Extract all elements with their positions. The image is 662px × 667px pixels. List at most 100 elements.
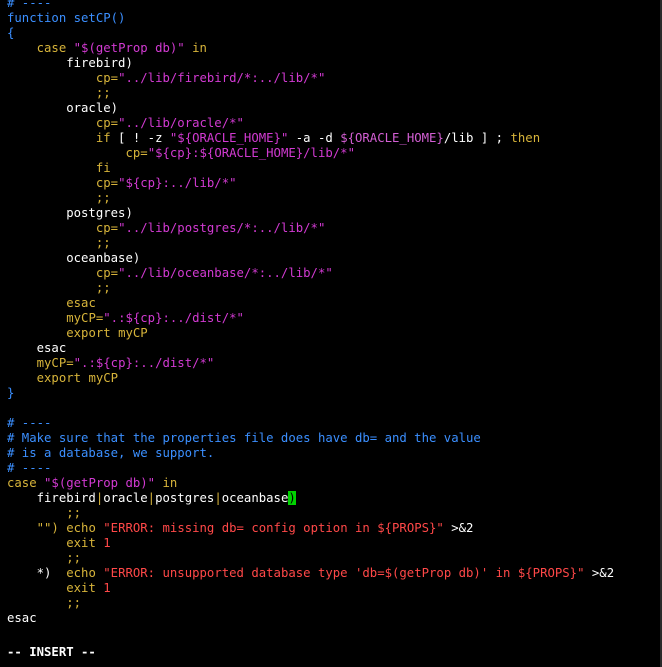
code-line[interactable]: cp="../lib/postgres/*:../lib/*" bbox=[7, 221, 657, 236]
code-token: ${ORACLE_HOME} bbox=[340, 131, 444, 145]
code-token: myCP bbox=[88, 371, 119, 385]
code-token: cp= bbox=[95, 116, 119, 130]
code-token: # ---- bbox=[7, 0, 52, 10]
code-token: /lib ] ; bbox=[443, 131, 511, 145]
code-token: cp= bbox=[95, 71, 119, 85]
code-line[interactable]: case "$(getProp db)" in bbox=[7, 476, 657, 491]
code-line[interactable]: } bbox=[7, 386, 657, 401]
code-line[interactable]: export myCP bbox=[7, 371, 657, 386]
code-token: -a -d bbox=[288, 131, 341, 145]
code-token: "${cp}:${ORACLE_HOME}/lib/*" bbox=[147, 146, 355, 160]
code-token: myCP= bbox=[36, 356, 74, 370]
code-token: "ERROR: unsupported database type 'db=$(… bbox=[103, 566, 585, 580]
code-line[interactable]: myCP=".:${cp}:../dist/*" bbox=[7, 311, 657, 326]
code-line[interactable]: *) echo "ERROR: unsupported database typ… bbox=[7, 566, 657, 581]
code-line[interactable]: oceanbase) bbox=[7, 251, 657, 266]
code-token: echo bbox=[66, 521, 96, 535]
vim-mode-indicator: -- INSERT -- bbox=[7, 645, 96, 659]
code-token: then bbox=[510, 131, 541, 145]
code-token: "") bbox=[36, 521, 59, 535]
code-token: export bbox=[36, 371, 82, 385]
code-line[interactable]: { bbox=[7, 26, 657, 41]
code-token: ".:${cp}:../dist/*" bbox=[103, 311, 244, 325]
code-line[interactable]: # Make sure that the properties file doe… bbox=[7, 431, 657, 446]
code-line[interactable]: exit 1 bbox=[7, 536, 657, 551]
code-line[interactable]: cp="../lib/oceanbase/*:../lib/*" bbox=[7, 266, 657, 281]
code-line[interactable]: exit 1 bbox=[7, 581, 657, 596]
code-line[interactable]: ;; bbox=[7, 86, 657, 101]
code-token: >&2 bbox=[443, 521, 474, 535]
text-cursor: ) bbox=[288, 491, 296, 505]
code-line[interactable]: # is a database, we support. bbox=[7, 446, 657, 461]
code-token: ;; bbox=[7, 191, 111, 205]
code-line[interactable]: # ---- bbox=[7, 461, 657, 476]
code-line[interactable]: esac bbox=[7, 296, 657, 311]
code-token: # ---- bbox=[7, 461, 52, 475]
code-token: "${ORACLE_HOME}" bbox=[169, 131, 289, 145]
code-token: ;; bbox=[7, 86, 111, 100]
code-line[interactable]: firebird) bbox=[7, 56, 657, 71]
code-token: [ ! -z bbox=[110, 131, 170, 145]
code-line[interactable]: postgres) bbox=[7, 206, 657, 221]
code-token: "../lib/oceanbase/*:../lib/*" bbox=[118, 266, 333, 280]
code-token: case bbox=[7, 476, 37, 490]
code-line[interactable]: cp="${cp}:${ORACLE_HOME}/lib/*" bbox=[7, 146, 657, 161]
code-token: ;; bbox=[7, 236, 111, 250]
code-token: fi bbox=[95, 161, 111, 175]
code-line[interactable]: fi bbox=[7, 161, 657, 176]
code-line[interactable]: export myCP bbox=[7, 326, 657, 341]
code-token: } bbox=[7, 386, 15, 400]
code-line[interactable]: function setCP() bbox=[7, 11, 657, 26]
code-token: | bbox=[147, 491, 156, 505]
code-token: # Make sure that the properties file doe… bbox=[7, 431, 481, 445]
code-line[interactable]: ;; bbox=[7, 506, 657, 521]
code-token: oracle) bbox=[7, 101, 119, 115]
code-token: *) bbox=[7, 566, 67, 580]
code-line[interactable]: esac bbox=[7, 341, 657, 356]
code-line[interactable]: ;; bbox=[7, 191, 657, 206]
code-line[interactable]: firebird|oracle|postgres|oceanbase) bbox=[7, 491, 657, 506]
code-line[interactable]: case "$(getProp db)" in bbox=[7, 41, 657, 56]
code-line[interactable]: ;; bbox=[7, 236, 657, 251]
code-token: # ---- bbox=[7, 416, 52, 430]
code-token: echo bbox=[66, 566, 96, 580]
code-token: firebird) bbox=[7, 56, 133, 70]
code-token: myCP= bbox=[66, 311, 104, 325]
code-line[interactable]: myCP=".:${cp}:../dist/*" bbox=[7, 356, 657, 371]
code-token: esac bbox=[66, 296, 96, 310]
code-token: 1 bbox=[103, 536, 111, 550]
code-token: # is a database, we support. bbox=[7, 446, 215, 460]
code-line[interactable]: ;; bbox=[7, 551, 657, 566]
code-token: esac bbox=[7, 341, 67, 355]
terminal-window[interactable]: # ---- function setCP(){ case "$(getProp … bbox=[0, 0, 662, 667]
code-line[interactable]: # ---- bbox=[7, 0, 657, 11]
code-line[interactable]: esac bbox=[7, 611, 657, 626]
code-token: ;; bbox=[7, 281, 111, 295]
code-line[interactable]: # ---- bbox=[7, 416, 657, 431]
code-token: "../lib/oracle/*" bbox=[118, 116, 244, 130]
code-token: ;; bbox=[7, 551, 82, 565]
code-line[interactable]: "") echo "ERROR: missing db= config opti… bbox=[7, 521, 657, 536]
code-editor-area[interactable]: # ---- function setCP(){ case "$(getProp … bbox=[7, 0, 657, 626]
code-line[interactable]: oracle) bbox=[7, 101, 657, 116]
code-line[interactable]: cp="../lib/oracle/*" bbox=[7, 116, 657, 131]
code-line[interactable] bbox=[7, 401, 657, 416]
code-line[interactable]: cp="${cp}:../lib/*" bbox=[7, 176, 657, 191]
code-token: in bbox=[155, 476, 178, 490]
code-token: "../lib/firebird/*:../lib/*" bbox=[118, 71, 326, 85]
code-line[interactable]: cp="../lib/firebird/*:../lib/*" bbox=[7, 71, 657, 86]
code-token: cp= bbox=[125, 146, 148, 160]
code-line[interactable]: if [ ! -z "${ORACLE_HOME}" -a -d ${ORACL… bbox=[7, 131, 657, 146]
code-line[interactable]: ;; bbox=[7, 596, 657, 611]
code-line[interactable]: ;; bbox=[7, 281, 657, 296]
code-token: in bbox=[184, 41, 207, 55]
